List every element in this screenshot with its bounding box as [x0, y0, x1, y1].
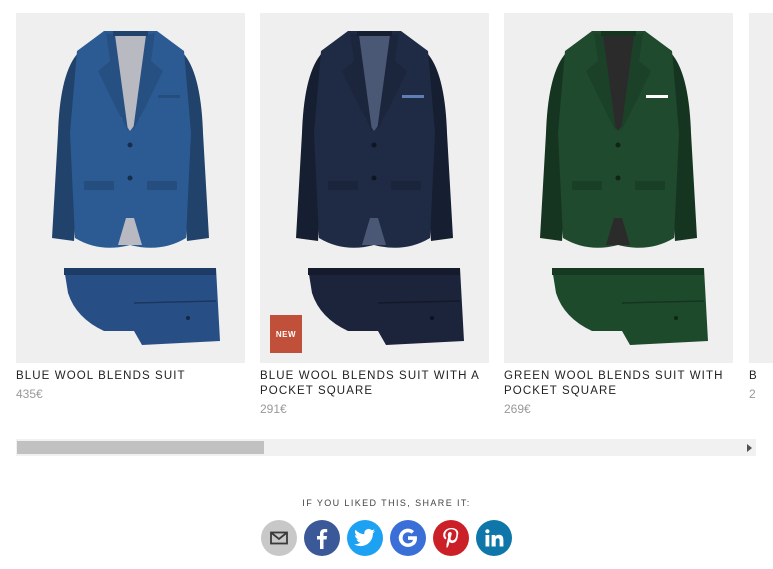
product-card[interactable]: B 2 [749, 13, 773, 401]
share-email-button[interactable] [261, 520, 297, 556]
product-price: 2 [749, 387, 756, 401]
product-image[interactable] [16, 13, 245, 363]
share-facebook-button[interactable] [304, 520, 340, 556]
scroll-right-arrow-icon[interactable] [747, 444, 752, 452]
product-price: 435€ [16, 387, 43, 401]
folded-pants [64, 268, 220, 345]
jacket-collar [113, 31, 148, 36]
product-carousel: BLUE WOOL BLENDS SUIT 435€ NEW BLUE WOOL… [16, 13, 773, 433]
pants-button [674, 316, 678, 320]
twitter-icon [354, 528, 376, 547]
facebook-icon [317, 529, 328, 549]
product-price: 291€ [260, 402, 287, 416]
share-google-button[interactable] [390, 520, 426, 556]
pocket-flap [391, 181, 421, 190]
breast-pocket [646, 95, 668, 98]
product-image[interactable]: NEW [260, 13, 489, 363]
pocket-flap [635, 181, 665, 190]
product-title[interactable]: B [749, 369, 773, 384]
envelope-icon [270, 531, 288, 545]
share-twitter-button[interactable] [347, 520, 383, 556]
suit-illustration [52, 31, 220, 345]
carousel-scrollbar[interactable] [16, 439, 756, 456]
pants-waistband [64, 268, 216, 275]
pocket-flap [84, 181, 114, 190]
suit-illustration [296, 31, 464, 345]
jacket-collar [601, 31, 636, 36]
product-card[interactable]: BLUE WOOL BLENDS SUIT 435€ [16, 13, 245, 401]
product-image[interactable] [504, 13, 733, 363]
product-card[interactable]: GREEN WOOL BLENDS SUIT WITH POCKET SQUAR… [504, 13, 733, 416]
share-pinterest-button[interactable] [433, 520, 469, 556]
share-buttons [261, 520, 512, 556]
new-badge: NEW [270, 315, 302, 353]
jacket-button [615, 142, 621, 148]
pants-waistband [308, 268, 460, 275]
product-card[interactable]: NEW BLUE WOOL BLENDS SUIT WITH A POCKET … [260, 13, 489, 416]
product-title[interactable]: GREEN WOOL BLENDS SUIT WITH POCKET SQUAR… [504, 369, 724, 399]
product-image[interactable] [749, 13, 773, 363]
scrollbar-thumb[interactable] [17, 441, 264, 454]
folded-pants [308, 268, 464, 345]
pants-button [186, 316, 190, 320]
folded-pants [552, 268, 708, 345]
pants-waistband [552, 268, 704, 275]
breast-pocket [158, 95, 180, 98]
jacket-button [127, 142, 133, 148]
product-price: 269€ [504, 402, 531, 416]
jacket-button [371, 175, 377, 181]
linkedin-icon [485, 529, 504, 547]
jacket-button [371, 142, 377, 148]
suit-illustration [540, 31, 708, 345]
google-icon [398, 528, 417, 548]
jacket-button [615, 175, 621, 181]
pocket-flap [147, 181, 177, 190]
jacket-collar [357, 31, 392, 36]
pocket-flap [572, 181, 602, 190]
breast-pocket [402, 95, 424, 98]
pocket-flap [328, 181, 358, 190]
share-label: IF YOU LIKED THIS, SHARE IT: [302, 498, 471, 508]
product-title[interactable]: BLUE WOOL BLENDS SUIT [16, 369, 236, 384]
pinterest-icon [443, 528, 459, 548]
pants-button [430, 316, 434, 320]
product-title[interactable]: BLUE WOOL BLENDS SUIT WITH A POCKET SQUA… [260, 369, 480, 399]
share-linkedin-button[interactable] [476, 520, 512, 556]
jacket-button [127, 175, 133, 181]
